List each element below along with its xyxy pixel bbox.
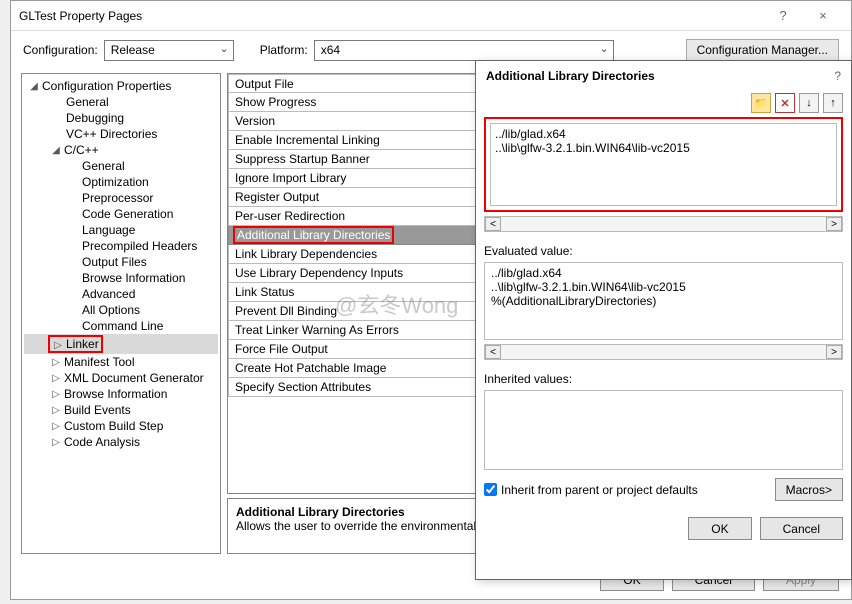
configuration-manager-button[interactable]: Configuration Manager...	[686, 39, 839, 61]
inherited-box	[484, 390, 843, 470]
additional-library-dirs-dialog: Additional Library Directories ? 📁 ✕ ↓ ↑…	[475, 60, 852, 580]
eval-line: %(AdditionalLibraryDirectories)	[491, 294, 836, 308]
tree-item[interactable]: Browse Information	[24, 270, 218, 286]
tree-item[interactable]: Preprocessor	[24, 190, 218, 206]
tree-item[interactable]: Code Generation	[24, 206, 218, 222]
inherit-checkbox[interactable]	[484, 483, 497, 496]
delete-icon[interactable]: ✕	[775, 93, 795, 113]
platform-combo[interactable]: x64	[314, 40, 614, 61]
paths-edit-box[interactable]: ../lib/glad.x64 ..\lib\glfw-3.2.1.bin.WI…	[484, 117, 843, 212]
inherit-checkbox-label: Inherit from parent or project defaults	[501, 483, 698, 497]
tree-item[interactable]: Optimization	[24, 174, 218, 190]
tree-item[interactable]: VC++ Directories	[24, 126, 218, 142]
tree-root[interactable]: ◢Configuration Properties	[24, 78, 218, 94]
tree-item[interactable]: General	[24, 158, 218, 174]
scroll-right-icon[interactable]: >	[826, 345, 842, 359]
popup-cancel-button[interactable]: Cancel	[760, 517, 843, 540]
popup-buttons: OK Cancel	[476, 509, 851, 548]
macros-button[interactable]: Macros>	[775, 478, 843, 501]
tree-item[interactable]: ▷Code Analysis	[24, 434, 218, 450]
inherit-checkbox-row: Inherit from parent or project defaults …	[484, 478, 843, 501]
tree-item[interactable]: Output Files	[24, 254, 218, 270]
popup-title: Additional Library Directories	[486, 69, 834, 83]
h-scrollbar[interactable]: < >	[484, 344, 843, 360]
close-button[interactable]: ×	[803, 8, 843, 23]
evaluated-label: Evaluated value:	[484, 244, 843, 258]
popup-ok-button[interactable]: OK	[688, 517, 751, 540]
evaluated-box: ../lib/glad.x64 ..\lib\glfw-3.2.1.bin.WI…	[484, 262, 843, 340]
popup-toolbar: 📁 ✕ ↓ ↑	[476, 91, 851, 117]
path-line[interactable]: ..\lib\glfw-3.2.1.bin.WIN64\lib-vc2015	[495, 141, 832, 155]
new-line-icon[interactable]: 📁	[751, 93, 771, 113]
tree-item[interactable]: Command Line	[24, 318, 218, 334]
tree-item[interactable]: Advanced	[24, 286, 218, 302]
h-scrollbar[interactable]: < >	[484, 216, 843, 232]
popup-help-button[interactable]: ?	[834, 69, 841, 83]
tree-item[interactable]: Debugging	[24, 110, 218, 126]
path-line[interactable]: ../lib/glad.x64	[495, 127, 832, 141]
tree-item[interactable]: ▷Custom Build Step	[24, 418, 218, 434]
tree-item[interactable]: All Options	[24, 302, 218, 318]
popup-titlebar: Additional Library Directories ?	[476, 61, 851, 91]
tree-item[interactable]: ▷Build Events	[24, 402, 218, 418]
inherited-label: Inherited values:	[484, 372, 843, 386]
configuration-label: Configuration:	[23, 43, 98, 57]
scroll-right-icon[interactable]: >	[826, 217, 842, 231]
eval-line: ../lib/glad.x64	[491, 266, 836, 280]
tree-item[interactable]: ▷Manifest Tool	[24, 354, 218, 370]
move-up-icon[interactable]: ↑	[823, 93, 843, 113]
tree-item[interactable]: ▷Browse Information	[24, 386, 218, 402]
tree-item[interactable]: General	[24, 94, 218, 110]
eval-line: ..\lib\glfw-3.2.1.bin.WIN64\lib-vc2015	[491, 280, 836, 294]
scroll-left-icon[interactable]: <	[485, 217, 501, 231]
tree-item[interactable]: ▷XML Document Generator	[24, 370, 218, 386]
tree-item[interactable]: Precompiled Headers	[24, 238, 218, 254]
scroll-left-icon[interactable]: <	[485, 345, 501, 359]
help-button[interactable]: ?	[763, 8, 803, 23]
titlebar: GLTest Property Pages ? ×	[11, 1, 851, 31]
configuration-combo[interactable]: Release	[104, 40, 234, 61]
nav-tree[interactable]: ◢Configuration Properties General Debugg…	[21, 73, 221, 554]
tree-item[interactable]: Language	[24, 222, 218, 238]
move-down-icon[interactable]: ↓	[799, 93, 819, 113]
window-title: GLTest Property Pages	[19, 9, 763, 23]
platform-label: Platform:	[260, 43, 308, 57]
tree-cpp[interactable]: ◢C/C++	[24, 142, 218, 158]
tree-linker[interactable]: ▷Linker	[24, 334, 218, 354]
